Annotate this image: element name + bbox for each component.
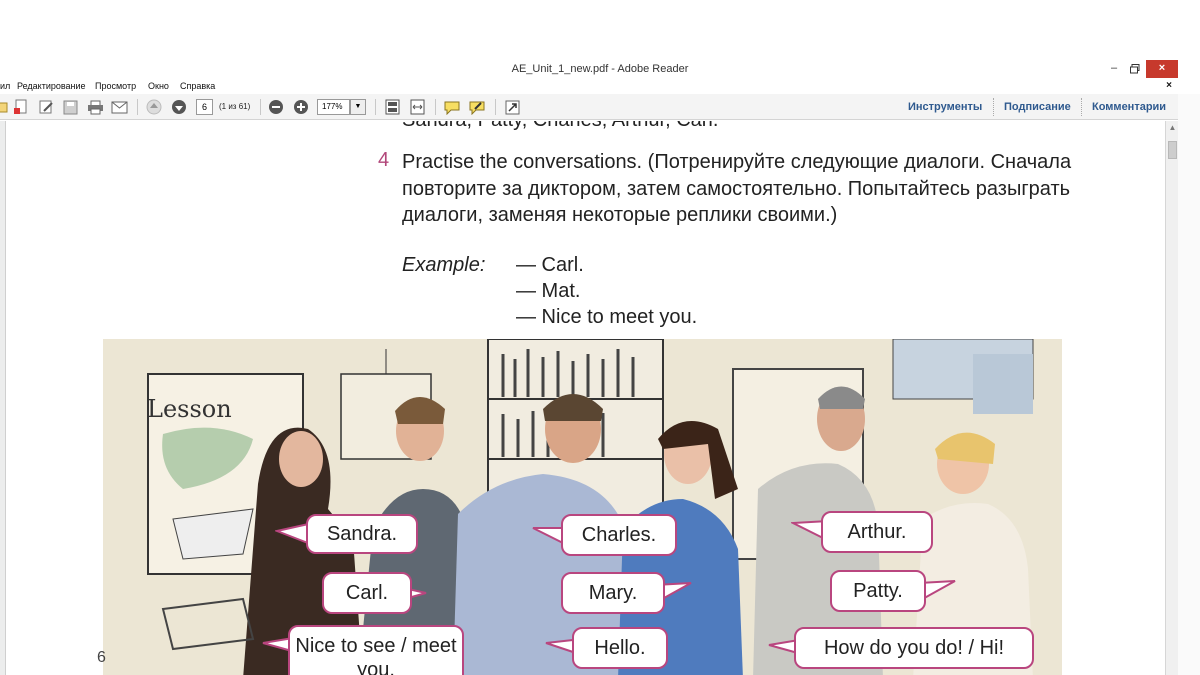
scroll-up-icon[interactable]: ▲ [1166, 123, 1179, 135]
menu-view[interactable]: Просмотр [95, 81, 136, 91]
create-pdf-icon[interactable] [12, 98, 30, 116]
tools-pane-link[interactable]: Инструменты [908, 101, 982, 113]
example-label: Example: [402, 254, 486, 276]
speech-bubble-arthur: Arthur. [821, 511, 933, 553]
page-number: 6 [97, 649, 106, 666]
print-icon[interactable] [86, 98, 104, 116]
toolbar: 6 (1 из 61) 177% ▼ Инструменты Подписани… [0, 94, 1178, 120]
menu-bar: ил Редактирование Просмотр Окно Справка … [0, 79, 1200, 93]
toolbar-separator [495, 99, 496, 115]
classroom-illustration: Lesson Sandra. Charles. Arthur. Carl. Ma… [103, 339, 1062, 675]
open-icon[interactable] [0, 98, 10, 116]
next-page-icon[interactable] [170, 98, 188, 116]
speech-bubble-sandra: Sandra. [306, 514, 418, 554]
highlight-icon[interactable] [468, 98, 486, 116]
menu-help[interactable]: Справка [180, 81, 215, 91]
adobe-reader-window: AE_Unit_1_new.pdf - Adobe Reader – × ил … [0, 0, 1200, 675]
zoom-input[interactable]: 177% [317, 99, 350, 115]
pane-separator [993, 98, 994, 116]
exercise-number: 4 [378, 149, 390, 171]
fullscreen-icon[interactable] [503, 98, 521, 116]
toolbar-separator [137, 99, 138, 115]
zoom-dropdown-icon[interactable]: ▼ [350, 99, 366, 115]
restore-button[interactable] [1126, 60, 1144, 78]
pane-separator [1081, 98, 1082, 116]
minimize-button[interactable]: – [1104, 60, 1124, 78]
speech-bubble-mary: Mary. [561, 572, 665, 614]
fit-page-icon[interactable] [383, 98, 401, 116]
toolbar-separator [260, 99, 261, 115]
window-title: AE_Unit_1_new.pdf - Adobe Reader [511, 63, 689, 75]
previous-text-line: Sandra, Patty, Charles, Arthur, Carl. [402, 121, 718, 132]
menu-file[interactable]: ил [0, 81, 10, 91]
example-line: — Mat. [516, 280, 581, 302]
close-window-button[interactable]: × [1146, 60, 1178, 78]
previous-page-icon[interactable] [145, 98, 163, 116]
email-icon[interactable] [110, 98, 128, 116]
speech-bubble-nice-to-meet: Nice to see / meet you. [288, 625, 464, 675]
window-edge [1178, 94, 1200, 675]
example-line: — Nice to meet you. [516, 306, 698, 328]
speech-bubble-hello: Hello. [572, 627, 668, 669]
sign-pane-link[interactable]: Подписание [1004, 101, 1071, 113]
scrollbar-thumb[interactable] [1168, 141, 1177, 159]
speech-bubble-patty: Patty. [830, 570, 926, 612]
document-view[interactable]: Sandra, Patty, Charles, Arthur, Carl. 4 … [7, 121, 1165, 675]
speech-bubble-how-do-you-do: How do you do! / Hi! [794, 627, 1034, 669]
menu-edit[interactable]: Редактирование [17, 81, 86, 91]
close-document-button[interactable]: × [1166, 80, 1172, 91]
speech-bubble-carl: Carl. [322, 572, 412, 614]
fit-width-icon[interactable] [408, 98, 426, 116]
page-number-input[interactable]: 6 [196, 99, 213, 115]
page-count: (1 из 61) [219, 102, 251, 111]
title-bar: AE_Unit_1_new.pdf - Adobe Reader – × [0, 60, 1200, 78]
menu-window[interactable]: Окно [148, 81, 169, 91]
zoom-in-icon[interactable] [292, 98, 310, 116]
example-line: — Carl. [516, 254, 584, 276]
classroom-scene-image: Lesson [103, 339, 1062, 675]
vertical-scrollbar[interactable]: ▲ [1165, 121, 1178, 675]
edit-pdf-icon[interactable] [37, 98, 55, 116]
board-text: Lesson [147, 395, 232, 423]
comment-pane-link[interactable]: Комментарии [1092, 101, 1166, 113]
exercise-instructions: Practise the conversations. (Потренируйт… [402, 151, 1072, 226]
zoom-out-icon[interactable] [267, 98, 285, 116]
navigation-pane-edge[interactable] [0, 121, 6, 675]
speech-bubble-charles: Charles. [561, 514, 677, 556]
toolbar-separator [375, 99, 376, 115]
comment-icon[interactable] [443, 98, 461, 116]
save-icon[interactable] [61, 98, 79, 116]
toolbar-separator [435, 99, 436, 115]
